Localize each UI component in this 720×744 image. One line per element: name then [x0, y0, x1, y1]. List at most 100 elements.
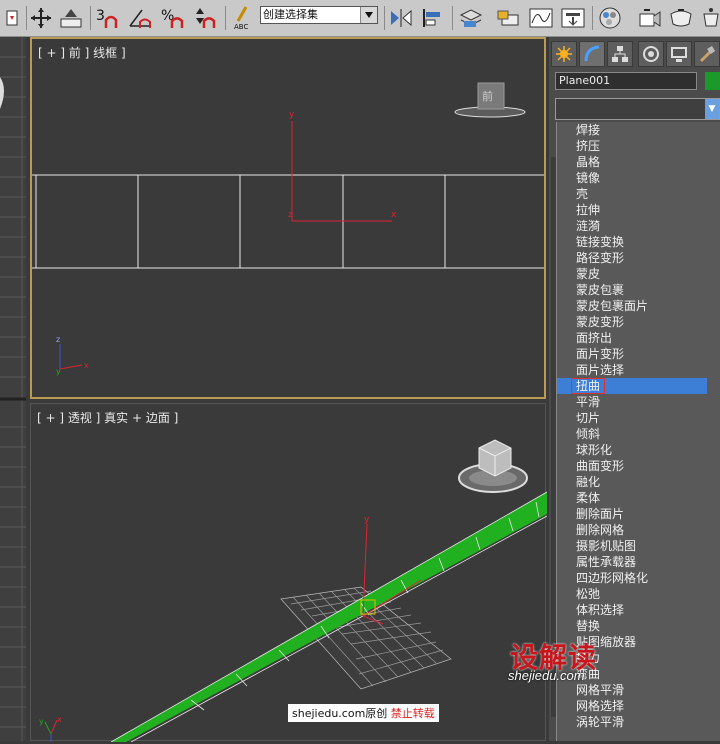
- modifier-item[interactable]: 涡轮平滑: [557, 714, 707, 730]
- modifier-item[interactable]: 体积选择: [557, 602, 707, 618]
- selection-set-value: 创建选择集: [263, 8, 318, 21]
- modifier-item-label: 拉伸: [576, 203, 601, 217]
- modifier-item[interactable]: 柔体: [557, 490, 707, 506]
- modifier-item[interactable]: 蒙皮包裹: [557, 282, 707, 298]
- modifier-item[interactable]: 删除网格: [557, 522, 707, 538]
- modifier-item-label: 球形化: [576, 443, 613, 457]
- rendered-frame-icon[interactable]: [668, 5, 694, 31]
- modifier-list-dropdown[interactable]: ▼: [555, 98, 720, 120]
- object-name-field[interactable]: Plane001: [555, 72, 697, 90]
- modifier-item-label: 链接变换: [576, 235, 625, 249]
- schematic-view-icon[interactable]: [560, 5, 586, 31]
- modifier-item[interactable]: 松弛: [557, 586, 707, 602]
- modifier-item[interactable]: 面片选择: [557, 362, 707, 378]
- snaps-toggle-icon[interactable]: 3: [94, 5, 120, 31]
- create-icon: [556, 46, 572, 62]
- modifier-item[interactable]: 面挤出: [557, 330, 707, 346]
- modifier-item-label: 松弛: [576, 587, 601, 601]
- render-setup-icon[interactable]: [636, 5, 662, 31]
- modifier-item[interactable]: 挤压: [557, 138, 707, 154]
- selection-set-dropdown[interactable]: 创建选择集: [260, 6, 378, 24]
- object-color-swatch[interactable]: [705, 72, 720, 90]
- modifier-item-label: 面挤出: [576, 331, 613, 345]
- perspective-viewport[interactable]: [ + ] 透视 ] 真实 + 边面 ] y y x: [30, 403, 547, 742]
- modifier-item[interactable]: 链接变换: [557, 234, 707, 250]
- modifier-item[interactable]: 镜像: [557, 170, 707, 186]
- svg-text:x: x: [391, 210, 397, 220]
- modifier-item[interactable]: 倾斜: [557, 426, 707, 442]
- front-viewport[interactable]: [ + ] 前 ] 线框 ] y x z z x y 前: [30, 37, 546, 399]
- modifier-item[interactable]: 删除面片: [557, 506, 707, 522]
- mirror-icon[interactable]: [388, 5, 414, 31]
- modifier-item-label: 删除网格: [576, 523, 625, 537]
- modifier-item-label: 蒙皮: [576, 267, 601, 281]
- modifier-item[interactable]: 蒙皮: [557, 266, 707, 282]
- watermark-warning: 禁止转载: [390, 707, 435, 720]
- align-icon[interactable]: [420, 5, 446, 31]
- modifier-item[interactable]: 属性承载器: [557, 554, 707, 570]
- modifier-item[interactable]: 平滑: [557, 394, 707, 410]
- modifier-item-label: 蒙皮变形: [576, 315, 625, 329]
- tab-motion[interactable]: [638, 41, 664, 67]
- modifier-item[interactable]: 焊接: [557, 122, 707, 138]
- modifier-item[interactable]: 曲面变形: [557, 458, 707, 474]
- layer-manager-icon[interactable]: [458, 5, 484, 31]
- svg-text:ABC: ABC: [234, 23, 248, 31]
- edit-named-selection-icon[interactable]: ABC: [229, 5, 255, 31]
- tab-hierarchy[interactable]: [607, 41, 633, 67]
- modifier-item[interactable]: 四边形网格化: [557, 570, 707, 586]
- watermark-url-text: shejiedu.com原创: [292, 707, 388, 720]
- percent-snap-icon[interactable]: %: [160, 5, 186, 31]
- select-move-icon[interactable]: [28, 5, 54, 31]
- spinner-snap-icon[interactable]: [192, 5, 218, 31]
- modifier-item[interactable]: 面片变形: [557, 346, 707, 362]
- modifier-item-label: 网格选择: [576, 699, 625, 713]
- tab-create[interactable]: [551, 41, 577, 67]
- angle-snap-icon[interactable]: [128, 5, 154, 31]
- modifier-item-label: 蒙皮包裹: [576, 283, 625, 297]
- graphite-toggle-icon[interactable]: [496, 5, 522, 31]
- object-name-value: Plane001: [559, 74, 611, 87]
- viewcube-perspective[interactable]: [455, 434, 535, 496]
- undo-icon[interactable]: [0, 5, 26, 31]
- modifier-item-label: 融化: [576, 475, 601, 489]
- curve-editor-icon[interactable]: [528, 5, 554, 31]
- tab-utilities[interactable]: [694, 41, 720, 67]
- modifier-item-label: 壳: [576, 187, 589, 201]
- select-scale-icon[interactable]: [58, 5, 84, 31]
- hammer-icon: [699, 46, 715, 63]
- tab-display[interactable]: [666, 41, 692, 67]
- render-icon[interactable]: [698, 5, 720, 31]
- modifier-item[interactable]: 蒙皮变形: [557, 314, 707, 330]
- modifier-item[interactable]: 拉伸: [557, 202, 707, 218]
- material-editor-icon[interactable]: [598, 5, 624, 31]
- chevron-down-icon[interactable]: [360, 7, 377, 23]
- watermark-url: shejiedu.com原创 禁止转载: [288, 704, 439, 722]
- modifier-item-selected[interactable]: 扭曲: [557, 378, 707, 394]
- modifier-item-label: 路径变形: [576, 251, 625, 265]
- modifier-item[interactable]: 摄影机贴图: [557, 538, 707, 554]
- modifier-item[interactable]: 路径变形: [557, 250, 707, 266]
- modifier-item-label: 挤压: [576, 139, 601, 153]
- modifier-item[interactable]: 球形化: [557, 442, 707, 458]
- modifier-item[interactable]: 切片: [557, 410, 707, 426]
- modifier-item[interactable]: 涟漪: [557, 218, 707, 234]
- tab-modify[interactable]: [579, 41, 605, 67]
- modifier-item-label: 镜像: [576, 171, 601, 185]
- modifier-item[interactable]: 网格选择: [557, 698, 707, 714]
- modifier-item[interactable]: 融化: [557, 474, 707, 490]
- modifier-item[interactable]: 壳: [557, 186, 707, 202]
- chevron-down-icon[interactable]: ▼: [705, 99, 719, 119]
- modifier-item[interactable]: 网格平滑: [557, 682, 707, 698]
- modifier-item-label: 摄影机贴图: [576, 539, 637, 553]
- modifier-item[interactable]: 替换: [557, 618, 707, 634]
- modifier-item-label: 焊接: [576, 123, 601, 137]
- viewcube-front[interactable]: 前: [452, 79, 528, 119]
- left-viewport-strip: [0, 37, 26, 741]
- modifier-item[interactable]: 晶格: [557, 154, 707, 170]
- svg-text:x: x: [84, 361, 89, 370]
- modifier-item-label: 替换: [576, 619, 601, 633]
- svg-text:y: y: [39, 717, 44, 726]
- modifier-item[interactable]: 蒙皮包裹面片: [557, 298, 707, 314]
- modifier-item-label: 体积选择: [576, 603, 625, 617]
